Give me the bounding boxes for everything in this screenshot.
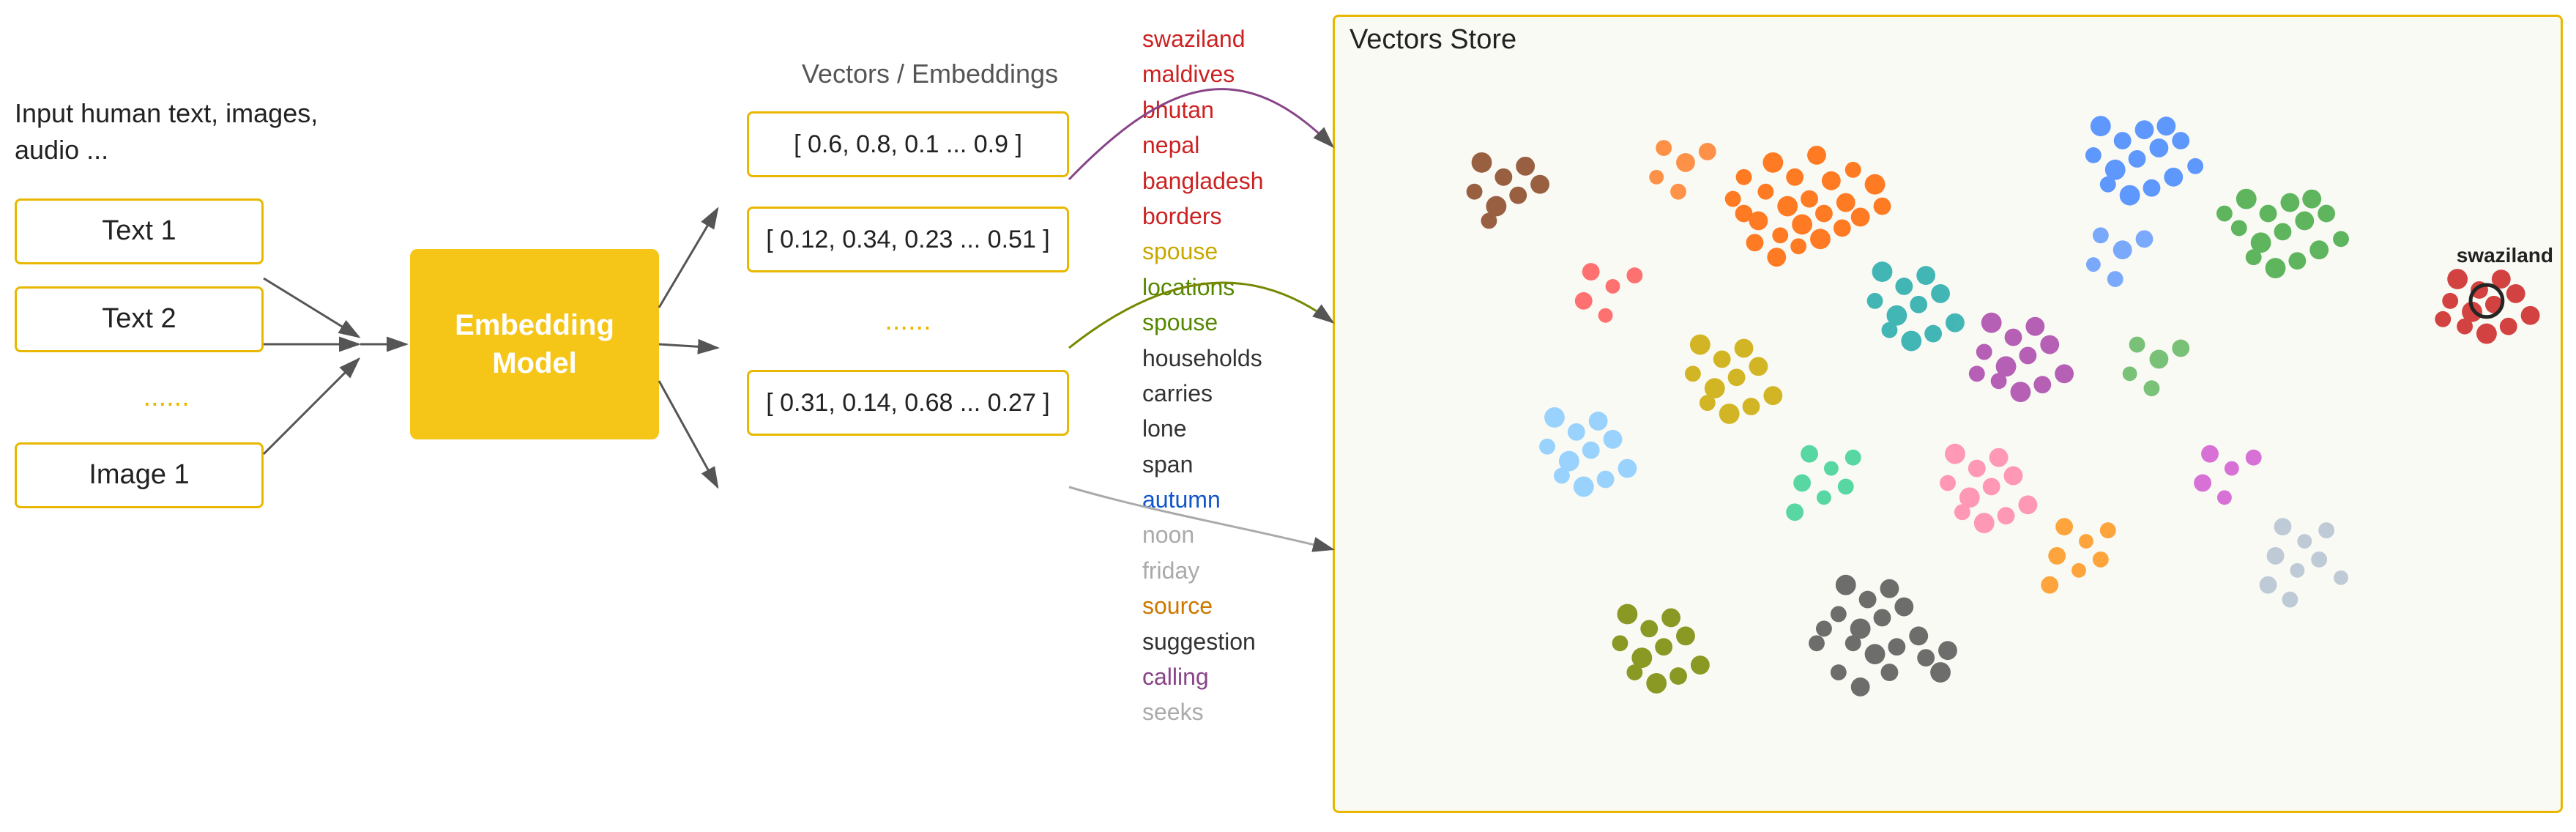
vector-value-3: [ 0.31, 0.14, 0.68 ... 0.27 ] [766,389,1050,417]
vector-box-3: [ 0.31, 0.14, 0.68 ... 0.27 ] [747,370,1069,436]
word-label-9: households [1142,341,1263,375]
scatter-plot [1335,17,2561,811]
word-labels-column: swazilandmaldivesbhutannepalbangladeshbo… [1142,22,1263,729]
swaziland-store-label: swaziland [2457,244,2553,267]
text1-box: Text 1 [15,198,264,264]
word-label-16: source [1142,589,1263,623]
vector-value-2: [ 0.12, 0.34, 0.23 ... 0.51 ] [766,226,1050,254]
word-label-11: lone [1142,412,1263,445]
text1-label: Text 1 [102,215,176,247]
vector-box-2: [ 0.12, 0.34, 0.23 ... 0.51 ] [747,207,1069,272]
word-label-7: locations [1142,270,1263,304]
word-label-17: suggestion [1142,625,1263,658]
word-label-14: noon [1142,518,1263,551]
word-label-5: borders [1142,199,1263,233]
image1-label: Image 1 [89,459,189,491]
word-label-0: swaziland [1142,22,1263,56]
vector-boxes: [ 0.6, 0.8, 0.1 ... 0.9 ] [ 0.12, 0.34, … [747,111,1069,436]
word-label-2: bhutan [1142,93,1263,127]
word-label-12: span [1142,447,1263,481]
input-boxes: Text 1 Text 2 ...... Image 1 [15,198,318,508]
input-section: Input human text, images, audio ... Text… [15,95,318,508]
vectors-title: Vectors / Embeddings [791,59,1069,89]
vector-dots: ...... [747,302,1069,341]
vectors-section: Vectors / Embeddings [ 0.6, 0.8, 0.1 ...… [747,59,1069,436]
vectors-store: Vectors Store [1333,15,2563,813]
vector-value-1: [ 0.6, 0.8, 0.1 ... 0.9 ] [794,130,1022,159]
word-label-10: carries [1142,376,1263,410]
embedding-model-label: Embedding Model [410,306,659,382]
word-label-3: nepal [1142,128,1263,162]
input-description: Input human text, images, audio ... [15,95,318,169]
word-label-19: seeks [1142,695,1263,729]
word-label-15: friday [1142,554,1263,587]
word-label-13: autumn [1142,483,1263,516]
word-label-6: spouse [1142,234,1263,268]
image1-box: Image 1 [15,442,264,508]
word-label-18: calling [1142,660,1263,694]
word-label-8: spouse [1142,305,1263,339]
word-label-1: maldives [1142,57,1263,91]
text2-label: Text 2 [102,303,176,335]
text2-box: Text 2 [15,286,264,352]
input-dots: ...... [15,374,318,420]
diagram-container: Input human text, images, audio ... Text… [0,0,2576,832]
embedding-model-box: Embedding Model [410,249,659,439]
word-label-4: bangladesh [1142,164,1263,198]
vector-box-1: [ 0.6, 0.8, 0.1 ... 0.9 ] [747,111,1069,177]
